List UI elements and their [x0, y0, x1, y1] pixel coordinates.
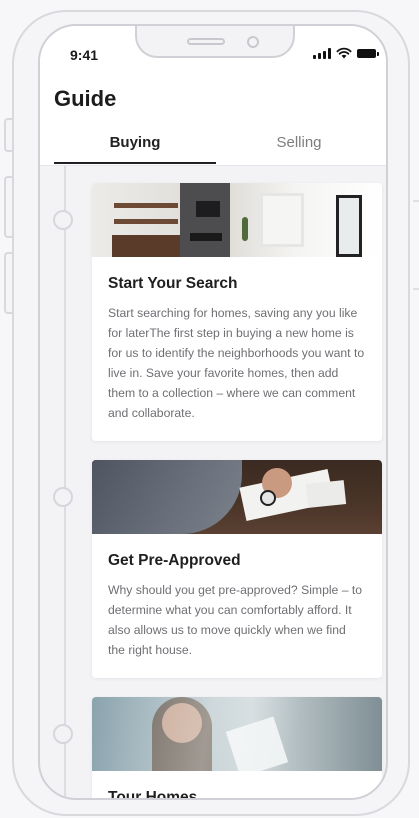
step-title: Start Your Search [108, 275, 238, 292]
step-description: Why should you get pre-approved? Simple … [108, 583, 363, 657]
tab-buying[interactable]: Buying [54, 134, 216, 151]
timeline-step-marker [53, 487, 73, 507]
step-title: Tour Homes [108, 789, 198, 800]
signal-icon [313, 47, 331, 59]
side-mark [413, 200, 419, 202]
status-icons [313, 46, 379, 60]
step-card[interactable]: Get Pre-Approved Why should you get pre-… [92, 460, 382, 678]
mute-switch [4, 118, 12, 152]
battery-icon [357, 48, 379, 58]
timeline-line [64, 166, 66, 798]
side-mark [413, 288, 419, 290]
step-card[interactable]: Tour Homes [92, 697, 382, 800]
front-camera [247, 36, 259, 48]
step-description: Start searching for homes, saving any yo… [108, 306, 365, 420]
signing-documents-photo [92, 460, 382, 534]
volume-down-button [4, 252, 12, 314]
status-time: 9:41 [70, 47, 99, 63]
timeline-step-marker [53, 210, 73, 230]
wifi-icon [336, 47, 352, 59]
step-card[interactable]: Start Your Search Start searching for ho… [92, 183, 382, 441]
header-divider [40, 165, 386, 166]
volume-up-button [4, 176, 12, 238]
page-title: Guide [54, 86, 117, 111]
living-room-photo [92, 183, 382, 257]
tab-selling[interactable]: Selling [218, 134, 380, 151]
tour-homes-photo [92, 697, 382, 771]
timeline-step-marker [53, 724, 73, 744]
phone-screen: 9:41 Guide Buying Selling Start Your Sea… [38, 24, 388, 800]
active-tab-indicator [54, 162, 216, 164]
speaker-grille [187, 38, 225, 45]
step-title: Get Pre-Approved [108, 552, 241, 569]
mockup-stage: 9:41 Guide Buying Selling Start Your Sea… [0, 0, 419, 818]
